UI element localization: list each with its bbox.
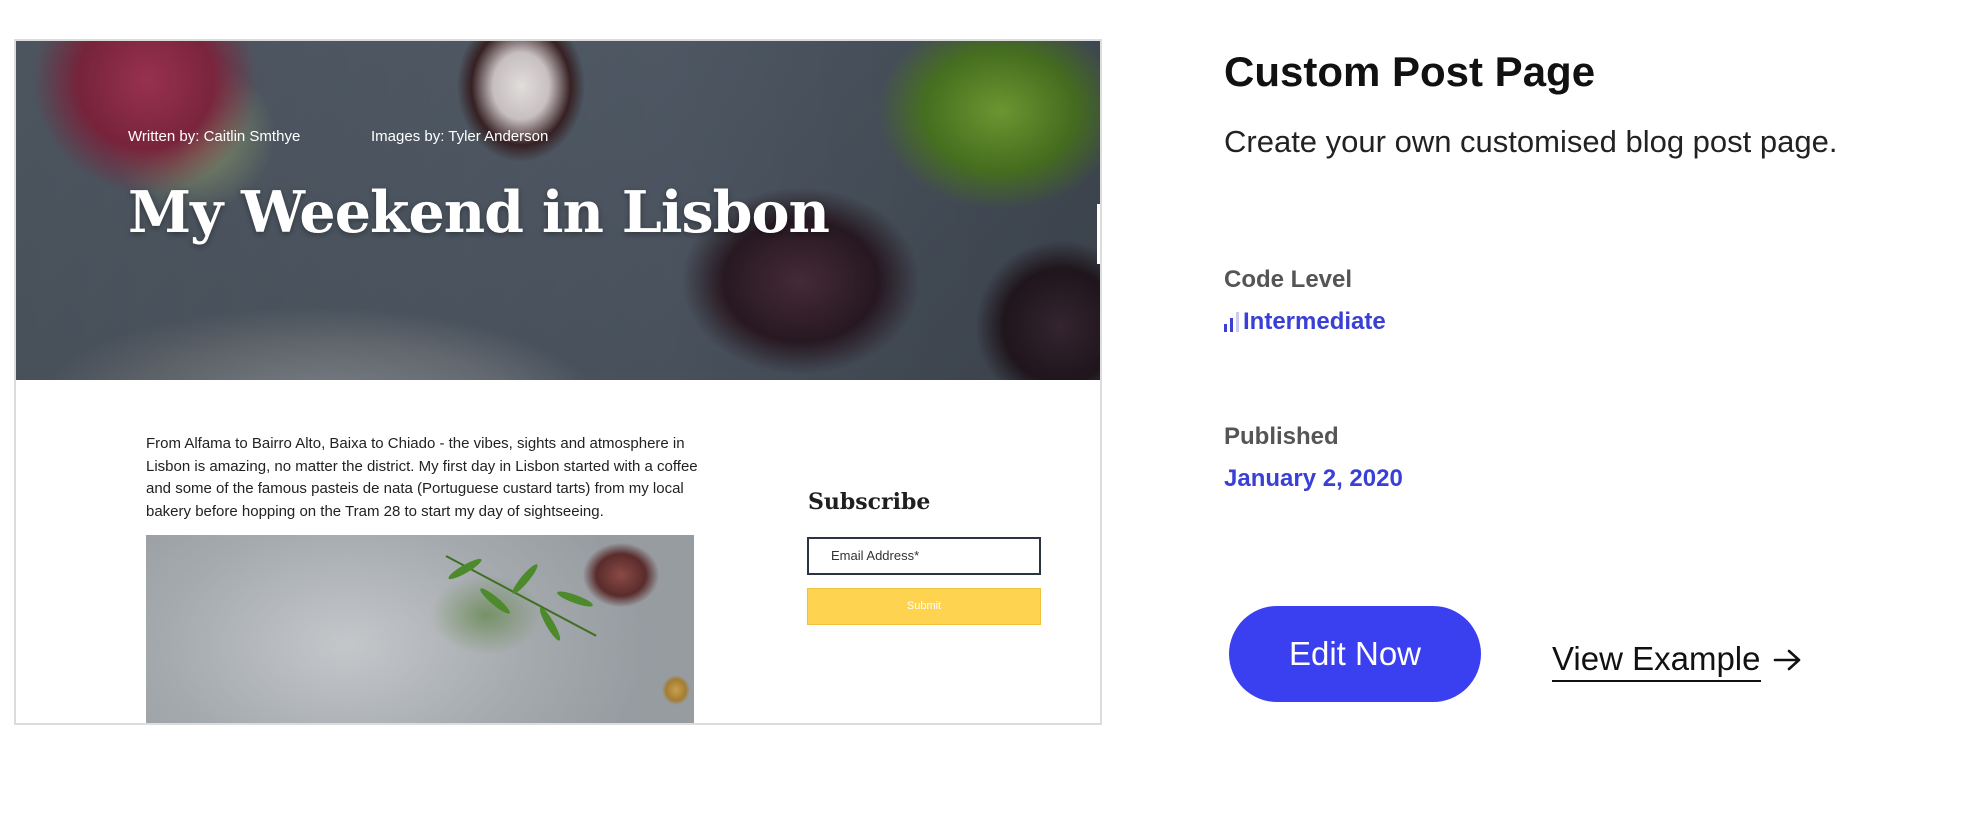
- view-example-label: View Example: [1552, 640, 1761, 682]
- edit-now-button[interactable]: Edit Now: [1229, 606, 1481, 702]
- hero-edge-divider: [1097, 204, 1100, 264]
- leaf-shape: [555, 588, 595, 610]
- arrow-right-icon: [1773, 643, 1803, 680]
- view-example-link[interactable]: View Example: [1552, 640, 1803, 682]
- article-image: [146, 535, 694, 723]
- subscribe-heading: Subscribe: [808, 489, 931, 515]
- email-field[interactable]: Email Address*: [807, 537, 1041, 575]
- code-level-text: Intermediate: [1243, 308, 1386, 335]
- hero-author-credit: Written by: Caitlin Smthye: [128, 128, 301, 145]
- published-date: January 2, 2020: [1224, 465, 1403, 492]
- template-title: Custom Post Page: [1224, 48, 1596, 95]
- signal-bars-icon: [1224, 312, 1239, 332]
- leaf-shape: [477, 585, 513, 617]
- published-label: Published: [1224, 423, 1339, 450]
- post-title: My Weekend in Lisbon: [128, 179, 830, 246]
- code-level-label: Code Level: [1224, 266, 1353, 293]
- template-preview[interactable]: Written by: Caitlin Smthye Images by: Ty…: [14, 39, 1102, 725]
- template-description: Create your own customised blog post pag…: [1224, 124, 1838, 159]
- article-paragraph: From Alfama to Bairro Alto, Baixa to Chi…: [146, 435, 698, 520]
- submit-button[interactable]: Submit: [807, 588, 1041, 625]
- hero-banner-image: Written by: Caitlin Smthye Images by: Ty…: [16, 41, 1100, 380]
- hero-image-credit: Images by: Tyler Anderson: [371, 128, 549, 145]
- code-level-value: Intermediate: [1224, 308, 1386, 336]
- leaf-shape: [509, 561, 541, 597]
